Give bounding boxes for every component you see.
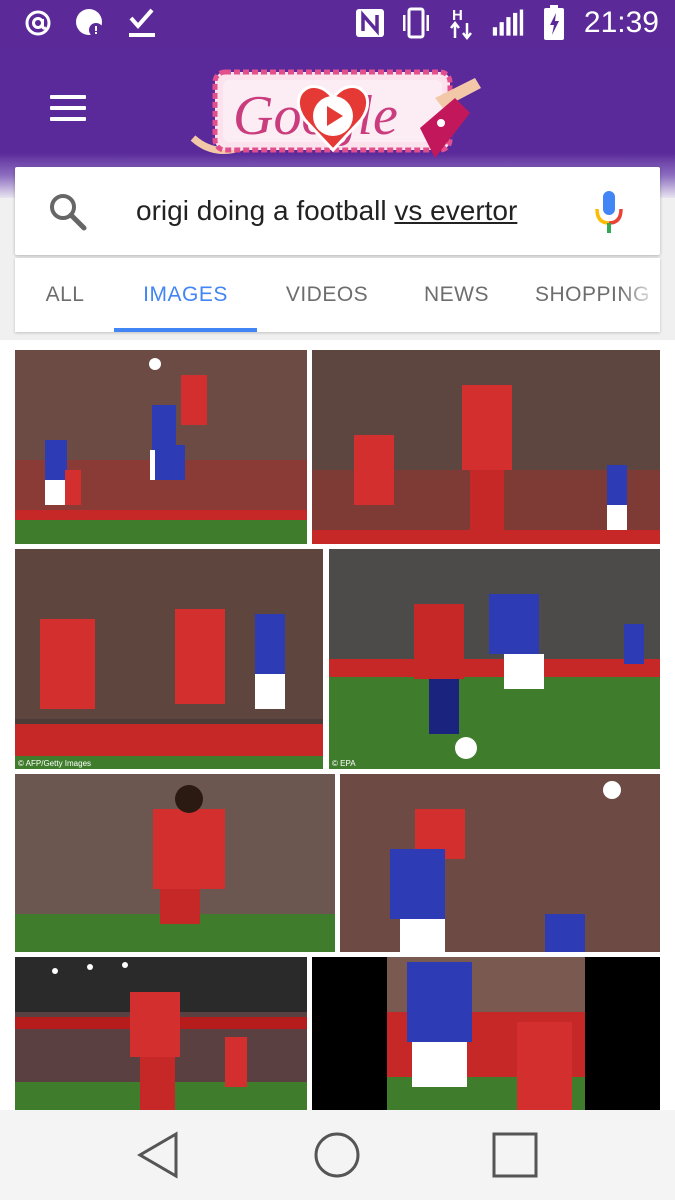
back-triangle-icon[interactable]	[135, 1130, 185, 1180]
microphone-icon[interactable]	[593, 189, 625, 237]
tab-overflow-fade	[620, 258, 660, 332]
image-credit: © AFP/Getty Images	[18, 759, 92, 768]
status-bar: H 21:39	[0, 0, 675, 48]
data-arrows-icon: H	[446, 6, 478, 40]
search-suggestion-text: vs evertor	[394, 195, 518, 226]
image-result-6-picture	[340, 774, 660, 952]
tab-videos[interactable]: VIDEOS	[273, 258, 381, 332]
image-result-2-picture	[312, 350, 660, 544]
status-clock: 21:39	[583, 6, 659, 39]
search-icon[interactable]	[47, 191, 89, 233]
hamburger-menu-icon[interactable]	[50, 95, 86, 121]
image-result-7-picture	[15, 957, 307, 1110]
nfc-icon	[354, 6, 386, 40]
network-type-label: H	[452, 7, 463, 24]
image-result-5-picture	[15, 774, 335, 952]
image-result-5[interactable]	[15, 774, 335, 952]
image-result-4[interactable]: © EPA	[329, 549, 660, 769]
image-result-6[interactable]	[340, 774, 660, 952]
search-bar[interactable]: origi doing a football vs evertor	[15, 167, 660, 255]
image-result-7[interactable]	[15, 957, 307, 1110]
image-result-1-picture	[15, 350, 307, 544]
search-query-text: origi doing a football	[136, 195, 395, 226]
image-result-8[interactable]	[312, 957, 660, 1110]
tab-news[interactable]: NEWS	[410, 258, 503, 332]
image-result-3-picture	[15, 549, 323, 769]
tab-all[interactable]: ALL	[25, 258, 105, 332]
image-result-8-picture	[312, 957, 660, 1110]
notification-icon	[74, 6, 106, 40]
download-check-icon	[126, 6, 158, 40]
search-tabs: ALL IMAGES VIDEOS NEWS SHOPPING	[15, 258, 660, 332]
search-input[interactable]: origi doing a football vs evertor	[136, 195, 517, 227]
image-result-2[interactable]	[312, 350, 660, 544]
battery-charging-icon	[538, 5, 570, 40]
image-credit: © EPA	[332, 759, 356, 768]
image-results-grid: © AFP/Getty Images © EPA	[0, 340, 675, 1110]
image-result-3[interactable]: © AFP/Getty Images	[15, 549, 323, 769]
image-result-1[interactable]	[15, 350, 307, 544]
vibrate-icon	[400, 6, 432, 40]
at-sign-icon	[22, 6, 54, 40]
tab-images[interactable]: IMAGES	[114, 258, 257, 332]
system-nav-bar	[0, 1110, 675, 1200]
signal-icon	[492, 6, 524, 40]
google-doodle-logo[interactable]: Google	[185, 58, 490, 168]
home-circle-icon[interactable]	[312, 1130, 362, 1180]
image-result-4-picture	[329, 549, 660, 769]
recents-square-icon[interactable]	[490, 1130, 540, 1180]
